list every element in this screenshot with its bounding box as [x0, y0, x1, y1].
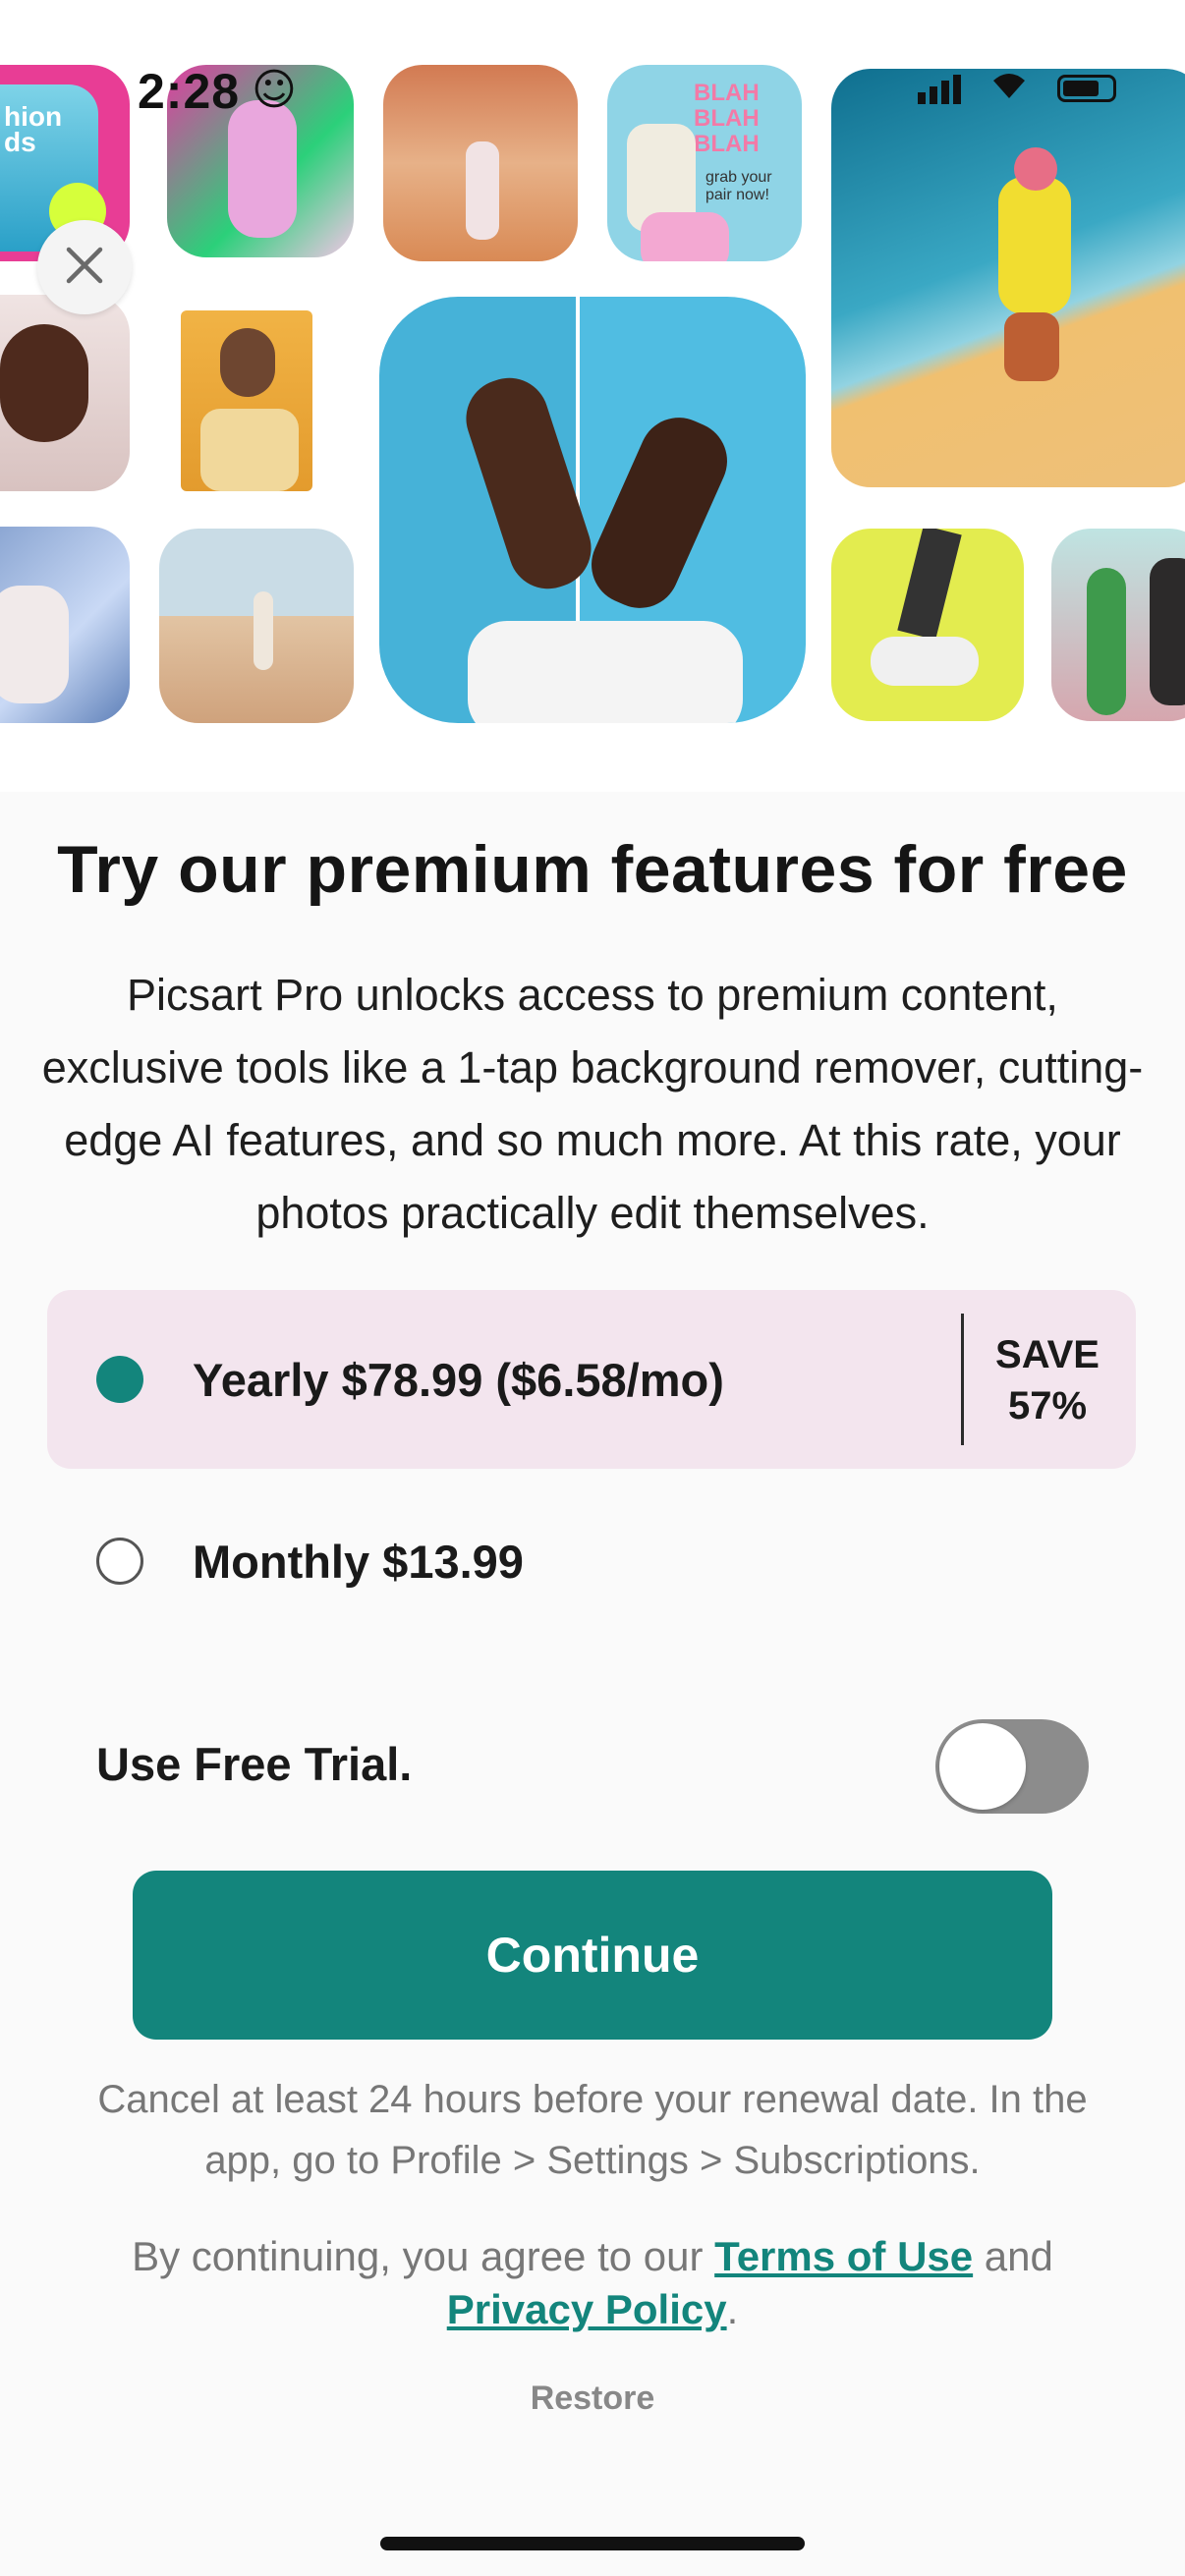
dune-walker-tile: [159, 529, 354, 723]
cancel-note: Cancel at least 24 hours before your ren…: [97, 2078, 1088, 2182]
blah-subtext: grab your pair now!: [705, 169, 772, 203]
legal-text: By continuing, you agree to our Terms of…: [59, 2230, 1126, 2336]
hands-split-tile: [379, 297, 806, 723]
braids-portrait-tile: [0, 295, 130, 491]
terms-of-use-link[interactable]: Terms of Use: [714, 2233, 973, 2279]
wifi-icon: [990, 71, 1028, 105]
home-indicator[interactable]: [380, 2537, 805, 2550]
graffiti-tile: [0, 527, 130, 723]
legal-suffix: .: [726, 2286, 739, 2332]
status-time: 2:28: [138, 64, 241, 119]
paywall-content: Try our premium features for free Picsar…: [0, 792, 1185, 2576]
toggle-knob: [939, 1723, 1026, 1810]
pool-pose-tile: [831, 69, 1185, 487]
plan-monthly-label: Monthly $13.99: [193, 1535, 524, 1588]
sneaker-jump-tile: [831, 529, 1024, 721]
status-bar: 2:28 ☺: [0, 0, 1185, 119]
close-icon: [63, 244, 106, 292]
free-trial-toggle[interactable]: [935, 1719, 1089, 1814]
emoji-icon: ☺: [252, 65, 297, 115]
legal-prefix: By continuing, you agree to our: [132, 2233, 715, 2279]
save-badge-line1: SAVE: [995, 1333, 1100, 1376]
continue-button[interactable]: Continue: [133, 1871, 1052, 2040]
free-trial-row: Use Free Trial.: [96, 1715, 1089, 1814]
restore-button[interactable]: Restore: [0, 2380, 1185, 2418]
legal-middle: and: [973, 2233, 1053, 2279]
save-badge-line2: 57%: [1007, 1384, 1088, 1428]
free-trial-label: Use Free Trial.: [96, 1738, 413, 1790]
plan-yearly[interactable]: Yearly $78.99 ($6.58/mo) SAVE 57%: [47, 1290, 1136, 1469]
man-portrait-tile: [181, 310, 312, 491]
radio-unselected-icon: [96, 1538, 143, 1585]
signal-icon: [918, 73, 961, 104]
cactus-tile: [1051, 529, 1185, 721]
close-button[interactable]: [37, 220, 132, 314]
save-divider: [961, 1314, 964, 1445]
hero-collage: hion ds BLAH BLAH BLAH grab your pair no…: [0, 0, 1185, 792]
plan-monthly[interactable]: Monthly $13.99: [47, 1472, 1136, 1651]
save-badge: SAVE 57%: [988, 1329, 1106, 1431]
battery-icon: [1057, 74, 1116, 102]
feature-description: Picsart Pro unlocks access to premium co…: [41, 970, 1144, 1238]
plan-yearly-label: Yearly $78.99 ($6.58/mo): [193, 1353, 724, 1406]
page-title: Try our premium features for free: [57, 832, 1128, 907]
privacy-policy-link[interactable]: Privacy Policy: [447, 2286, 727, 2332]
radio-selected-icon: [96, 1356, 143, 1403]
